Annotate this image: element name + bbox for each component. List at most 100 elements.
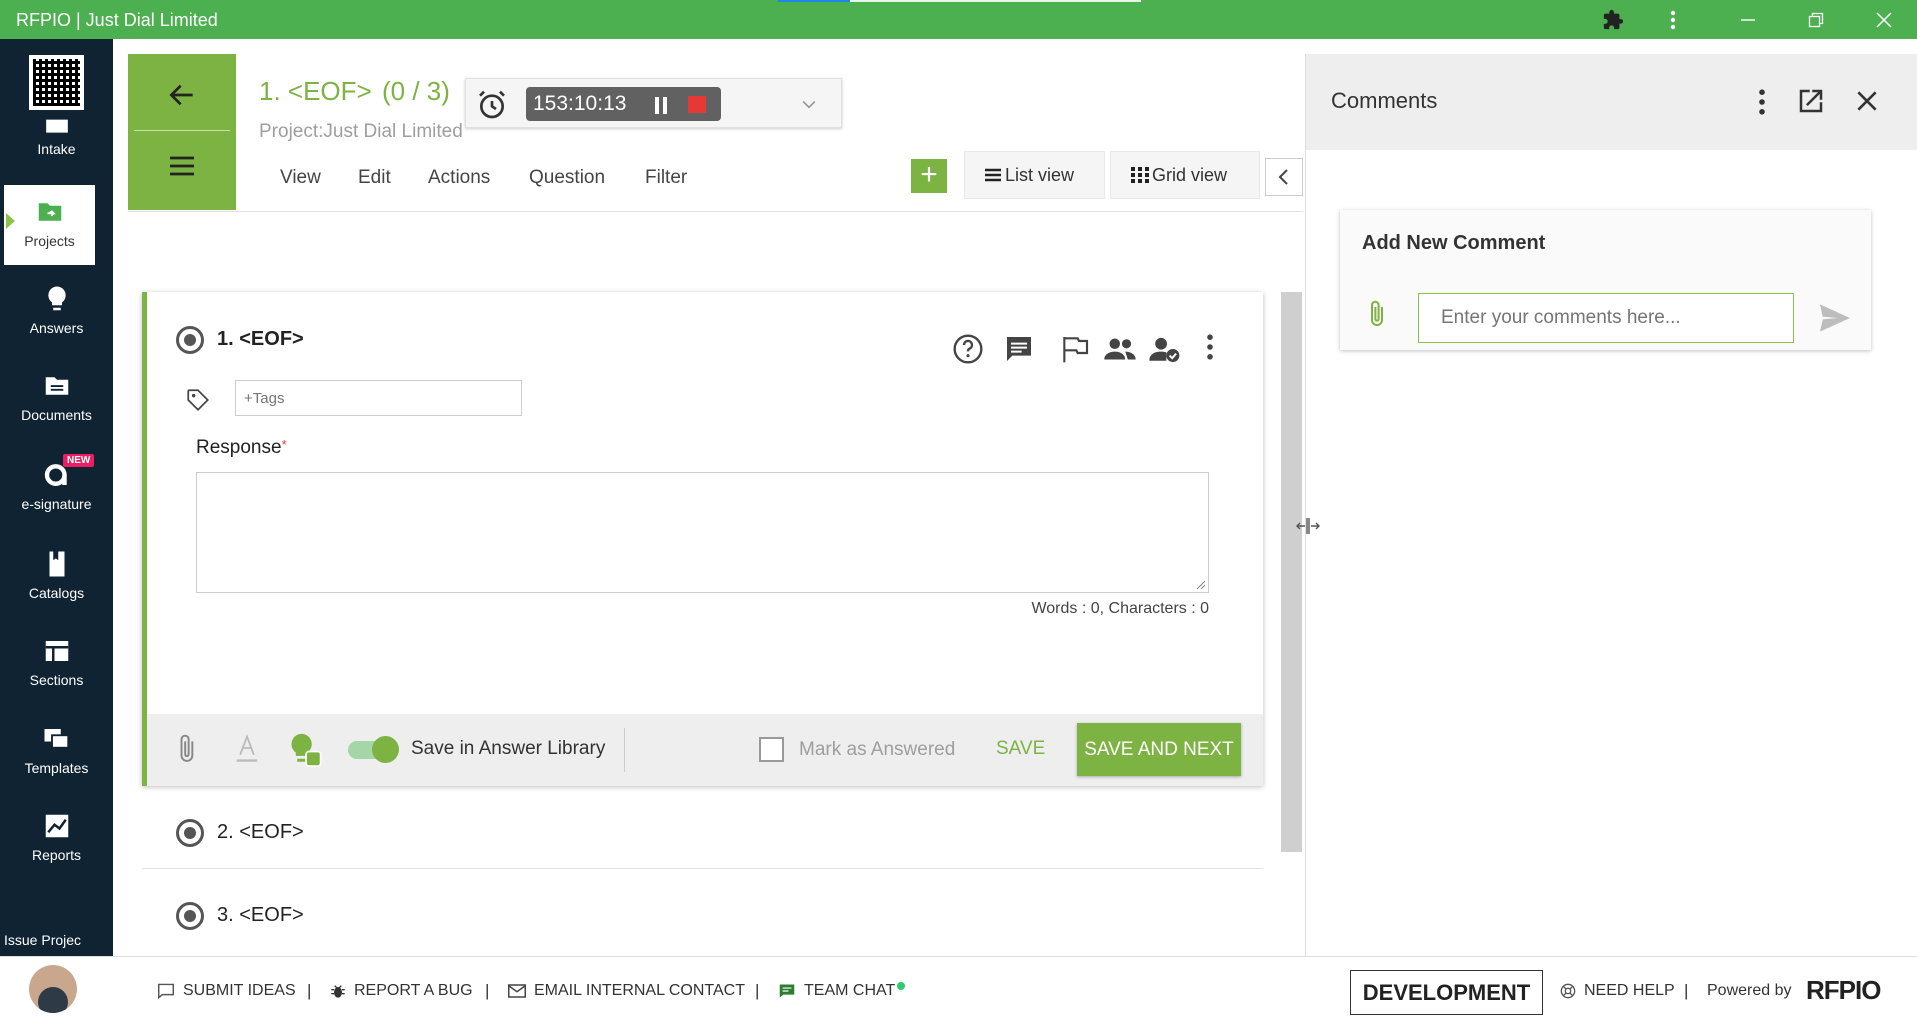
more-vert-icon[interactable] bbox=[1659, 6, 1687, 34]
sidebar-item-answers[interactable]: Answers bbox=[0, 272, 113, 352]
flag-icon[interactable] bbox=[1059, 333, 1091, 370]
left-sidebar: Intake Projects Answers Documents NEW e-… bbox=[0, 39, 113, 956]
menu-question[interactable]: Question bbox=[529, 167, 605, 189]
email-contact-link[interactable]: EMAIL INTERNAL CONTACT bbox=[508, 982, 745, 1000]
menu-actions[interactable]: Actions bbox=[428, 167, 490, 189]
send-icon[interactable] bbox=[1818, 303, 1852, 338]
header-nav-block bbox=[128, 54, 236, 210]
list-icon bbox=[985, 168, 1001, 182]
bug-icon bbox=[331, 985, 345, 998]
text-format-icon[interactable] bbox=[233, 732, 261, 769]
chat-icon bbox=[779, 984, 795, 998]
comments-title: Comments bbox=[1331, 88, 1438, 113]
bottom-bar: SUBMIT IDEAS | REPORT A BUG | EMAIL INTE… bbox=[0, 956, 1917, 1021]
comment-input[interactable] bbox=[1418, 293, 1794, 343]
grid-icon bbox=[1131, 167, 1149, 183]
question-2-radio[interactable] bbox=[176, 819, 204, 847]
content-scrollbar[interactable] bbox=[1281, 292, 1302, 852]
comment-icon[interactable] bbox=[1003, 333, 1035, 370]
submit-ideas-link[interactable]: SUBMIT IDEAS bbox=[157, 982, 296, 1000]
issue-project-label[interactable]: Issue Projec bbox=[4, 932, 89, 948]
sidebar-item-label: Templates bbox=[24, 760, 89, 776]
sidebar-item-label: Projects bbox=[24, 233, 75, 249]
templates-icon bbox=[44, 729, 69, 749]
save-library-label: Save in Answer Library bbox=[411, 738, 606, 759]
hamburger-menu-icon[interactable] bbox=[166, 150, 198, 182]
user-avatar[interactable] bbox=[29, 965, 77, 1013]
chevron-left-icon bbox=[1278, 169, 1288, 185]
lifebuoy-icon bbox=[1560, 983, 1576, 999]
sidebar-item-templates[interactable]: Templates bbox=[0, 712, 113, 792]
sidebar-item-label: Reports bbox=[31, 847, 82, 863]
attachment-icon[interactable] bbox=[175, 732, 201, 771]
sidebar-item-label: Answers bbox=[29, 320, 84, 336]
list-view-button[interactable]: List view bbox=[964, 151, 1105, 199]
question-2-title[interactable]: 2. <EOF> bbox=[217, 821, 304, 844]
panel-resize-handle[interactable] bbox=[1295, 516, 1321, 541]
pause-icon[interactable] bbox=[653, 96, 669, 114]
minimize-icon[interactable] bbox=[1734, 6, 1762, 34]
comments-panel: Comments Add New Comment bbox=[1305, 54, 1917, 956]
add-question-button[interactable]: + bbox=[911, 159, 947, 193]
mark-answered-checkbox[interactable] bbox=[759, 737, 784, 762]
menu-view[interactable]: View bbox=[280, 167, 321, 189]
question-3-radio[interactable] bbox=[176, 902, 204, 930]
add-comment-card: Add New Comment bbox=[1340, 210, 1871, 350]
alarm-clock-icon bbox=[476, 89, 508, 126]
question-radio[interactable] bbox=[176, 326, 204, 354]
email-icon bbox=[508, 984, 526, 998]
sidebar-item-catalogs[interactable]: Catalogs bbox=[0, 537, 113, 617]
report-bug-link[interactable]: REPORT A BUG bbox=[330, 982, 473, 1000]
open-external-icon[interactable] bbox=[1796, 86, 1826, 121]
sections-icon bbox=[45, 641, 68, 661]
save-and-next-button[interactable]: SAVE AND NEXT bbox=[1077, 723, 1241, 776]
question-count: (0 / 3) bbox=[382, 76, 450, 106]
extensions-puzzle-icon[interactable] bbox=[1599, 6, 1627, 34]
sidebar-item-label: Catalogs bbox=[28, 585, 85, 601]
comments-header: Comments bbox=[1306, 54, 1917, 150]
lightbulb-icon bbox=[47, 286, 66, 311]
sidebar-item-esignature[interactable]: NEW e-signature bbox=[0, 448, 113, 528]
save-button[interactable]: SAVE bbox=[996, 738, 1045, 760]
window-title: RFPIO | Just Dial Limited bbox=[16, 10, 218, 30]
tags-input[interactable] bbox=[235, 380, 522, 416]
sidebar-item-sections[interactable]: Sections bbox=[0, 624, 113, 704]
word-count: Words : 0, Characters : 0 bbox=[1031, 600, 1209, 617]
answer-suggestion-icon[interactable] bbox=[287, 731, 325, 774]
collapse-panel-button[interactable] bbox=[1265, 158, 1303, 196]
resize-grip-icon[interactable] bbox=[1194, 578, 1206, 590]
reviewer-icon[interactable] bbox=[1148, 333, 1182, 370]
more-options-icon[interactable] bbox=[1203, 333, 1217, 366]
question-3-title[interactable]: 3. <EOF> bbox=[217, 904, 304, 927]
sidebar-item-label: Intake bbox=[37, 141, 76, 157]
sidebar-item-intake[interactable]: Intake bbox=[0, 95, 113, 165]
documents-icon bbox=[45, 377, 68, 395]
catalogs-icon bbox=[49, 551, 64, 577]
loading-progress-bar bbox=[778, 0, 1141, 2]
back-arrow-icon[interactable] bbox=[166, 79, 198, 111]
team-chat-link[interactable]: TEAM CHAT bbox=[778, 982, 906, 1000]
stop-icon[interactable] bbox=[688, 96, 706, 113]
restore-icon[interactable] bbox=[1802, 6, 1830, 34]
close-comments-icon[interactable] bbox=[1854, 88, 1880, 119]
tag-icon bbox=[185, 387, 211, 418]
comments-more-icon[interactable] bbox=[1756, 88, 1768, 121]
mark-answered-label: Mark as Answered bbox=[799, 739, 956, 760]
help-icon[interactable] bbox=[952, 333, 984, 370]
project-name: Project:Just Dial Limited bbox=[259, 121, 463, 142]
sidebar-item-projects[interactable]: Projects bbox=[4, 185, 95, 265]
chevron-down-icon[interactable] bbox=[799, 94, 819, 119]
save-library-toggle[interactable] bbox=[346, 735, 400, 763]
reports-icon bbox=[45, 814, 68, 838]
comment-attachment-icon[interactable] bbox=[1366, 296, 1390, 337]
menu-filter[interactable]: Filter bbox=[645, 167, 687, 189]
sidebar-item-documents[interactable]: Documents bbox=[0, 359, 113, 439]
response-editor[interactable] bbox=[196, 472, 1209, 593]
menu-edit[interactable]: Edit bbox=[358, 167, 391, 189]
need-help-link[interactable]: NEED HELP bbox=[1560, 982, 1675, 1000]
sidebar-item-reports[interactable]: Reports bbox=[0, 799, 113, 879]
close-window-icon[interactable] bbox=[1870, 6, 1898, 34]
assignees-icon[interactable] bbox=[1103, 333, 1137, 370]
idea-message-icon bbox=[158, 983, 174, 999]
grid-view-button[interactable]: Grid view bbox=[1110, 151, 1260, 199]
